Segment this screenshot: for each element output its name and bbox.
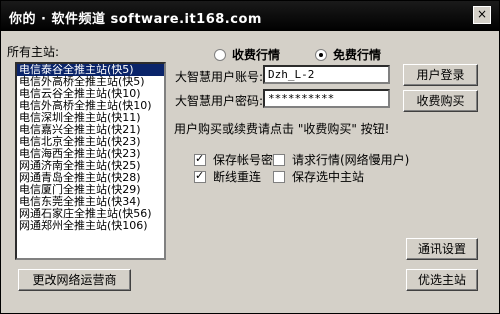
checkbox-unchecked [273,153,285,166]
radio-dot-selected [315,48,327,61]
paid-quotes-label: 收费行情 [232,48,281,62]
save-selected-label: 保存选中主站 [292,170,365,184]
server-list-item[interactable]: 网通郑州全推主站(快106) [17,220,164,232]
account-label: 大智慧用户账号: [175,70,264,84]
account-input[interactable] [263,65,390,84]
window-title: 你的 · 软件频道 software.it168.com [9,12,262,27]
paid-quotes-radio[interactable]: 收费行情 [214,46,280,63]
title-bar: 你的 · 软件频道 software.it168.com × [1,1,499,31]
save-selected-checkbox[interactable]: 保存选中主站 [273,168,364,185]
checkbox-unchecked [273,170,285,183]
optimal-server-button[interactable]: 优选主站 [406,269,478,291]
password-input[interactable] [263,89,390,108]
free-quotes-label: 免费行情 [333,48,382,62]
server-list-label: 所有主站: [7,45,60,59]
reconnect-checkbox[interactable]: 断线重连 [194,168,261,185]
login-dialog: 你的 · 软件频道 software.it168.com × 所有主站: 电信泰… [0,0,500,314]
password-label: 大智慧用户密码: [175,94,264,108]
buy-button[interactable]: 收费购买 [403,90,478,112]
change-isp-button[interactable]: 更改网络运营商 [18,269,131,291]
request-quotes-checkbox[interactable]: 请求行情(网络慢用户) [273,151,409,168]
checkbox-checked [194,152,206,166]
comm-settings-button[interactable]: 通讯设置 [406,238,478,260]
save-account-checkbox[interactable]: 保存帐号密码 [194,151,285,168]
close-icon[interactable]: × [473,6,491,24]
login-button[interactable]: 用户登录 [403,64,478,86]
server-listbox[interactable]: 电信泰谷全推主站(快5) 电信外高桥全推主站(快5) 电信云谷全推主站(快10)… [15,62,166,260]
purchase-hint: 用户购买或续费请点击 "收费购买" 按钮! [174,122,390,136]
reconnect-label: 断线重连 [213,170,262,184]
radio-dot [214,48,226,61]
request-quotes-label: 请求行情(网络慢用户) [292,153,410,167]
free-quotes-radio[interactable]: 免费行情 [315,46,381,63]
checkbox-checked [194,169,206,183]
